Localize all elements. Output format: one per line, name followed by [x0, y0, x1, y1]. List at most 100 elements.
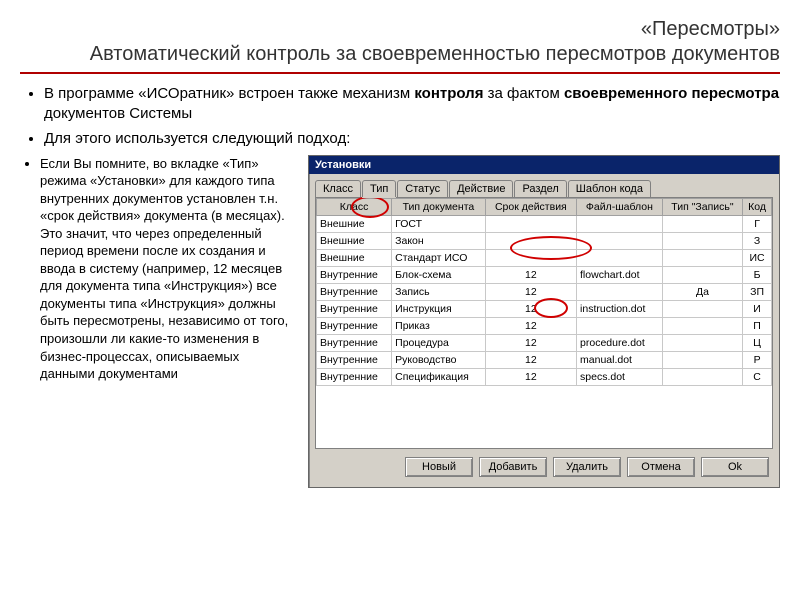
- cell-type: Инструкция: [392, 300, 486, 317]
- table-row[interactable]: ВнутренниеПроцедура12procedure.dot Ц: [317, 334, 772, 351]
- cell-class: Внутренние: [317, 266, 392, 283]
- tab-type[interactable]: Тип: [362, 180, 396, 197]
- cell-rec: [662, 249, 742, 266]
- cell-file: procedure.dot: [577, 334, 663, 351]
- cell-class: Внутренние: [317, 334, 392, 351]
- cell-code: Г: [743, 215, 772, 232]
- cell-term: 12: [485, 266, 576, 283]
- cell-class: Внутренние: [317, 283, 392, 300]
- cell-file: specs.dot: [577, 368, 663, 385]
- table-row[interactable]: ВнутренниеИнструкция12instruction.dot И: [317, 300, 772, 317]
- table-row[interactable]: ВнутренниеЗапись12 ДаЗП: [317, 283, 772, 300]
- cell-type: Приказ: [392, 317, 486, 334]
- cell-type: Спецификация: [392, 368, 486, 385]
- col-file-template[interactable]: Файл-шаблон: [577, 198, 663, 215]
- cell-term: 12: [485, 368, 576, 385]
- cell-type: Закон: [392, 232, 486, 249]
- dialog-tabbar: Класс Тип Статус Действие Раздел Шаблон …: [315, 180, 773, 197]
- cell-term: [485, 249, 576, 266]
- intro-bullet-list: В программе «ИСОратник» встроен также ме…: [44, 84, 780, 149]
- cell-type: Процедура: [392, 334, 486, 351]
- cell-term: 12: [485, 283, 576, 300]
- new-button[interactable]: Новый: [405, 457, 473, 477]
- cell-rec: [662, 266, 742, 283]
- settings-dialog: Установки Класс Тип Статус Действие Разд…: [308, 155, 780, 488]
- delete-button[interactable]: Удалить: [553, 457, 621, 477]
- tab-code-template[interactable]: Шаблон кода: [568, 180, 651, 197]
- ok-button[interactable]: Ok: [701, 457, 769, 477]
- cell-term: 12: [485, 300, 576, 317]
- cell-term: 12: [485, 334, 576, 351]
- cell-file: [577, 283, 663, 300]
- cell-term: 12: [485, 351, 576, 368]
- cell-code: И: [743, 300, 772, 317]
- cell-type: Руководство: [392, 351, 486, 368]
- cell-file: manual.dot: [577, 351, 663, 368]
- cell-type: Блок-схема: [392, 266, 486, 283]
- cell-rec: [662, 351, 742, 368]
- cell-class: Внутренние: [317, 300, 392, 317]
- cell-class: Внешние: [317, 215, 392, 232]
- col-term[interactable]: Срок действия: [485, 198, 576, 215]
- cell-type: Запись: [392, 283, 486, 300]
- cell-term: [485, 232, 576, 249]
- tab-class[interactable]: Класс: [315, 180, 361, 197]
- cell-rec: [662, 334, 742, 351]
- cell-class: Внешние: [317, 232, 392, 249]
- intro-bullet-1: В программе «ИСОратник» встроен также ме…: [44, 84, 780, 123]
- cell-code: З: [743, 232, 772, 249]
- cell-type: Стандарт ИСО: [392, 249, 486, 266]
- cell-rec: Да: [662, 283, 742, 300]
- col-doc-type[interactable]: Тип документа: [392, 198, 486, 215]
- cell-code: Р: [743, 351, 772, 368]
- cell-class: Внутренние: [317, 368, 392, 385]
- slide-title: Автоматический контроль за своевременнос…: [20, 43, 780, 74]
- cell-class: Внутренние: [317, 351, 392, 368]
- cell-rec: [662, 215, 742, 232]
- left-bullet: Если Вы помните, во вкладке «Тип» режима…: [40, 155, 292, 383]
- cell-code: ЗП: [743, 283, 772, 300]
- cell-rec: [662, 300, 742, 317]
- tab-action[interactable]: Действие: [449, 180, 513, 197]
- cell-file: [577, 232, 663, 249]
- cell-code: ИС: [743, 249, 772, 266]
- table-row[interactable]: ВнутренниеСпецификация12specs.dot С: [317, 368, 772, 385]
- table-row[interactable]: ВнутренниеБлок-схема12flowchart.dot Б: [317, 266, 772, 283]
- cell-file: instruction.dot: [577, 300, 663, 317]
- cell-term: 12: [485, 317, 576, 334]
- tab-status[interactable]: Статус: [397, 180, 448, 197]
- cell-rec: [662, 368, 742, 385]
- cell-file: [577, 249, 663, 266]
- cell-class: Внешние: [317, 249, 392, 266]
- table-row[interactable]: ВнутренниеРуководство12manual.dot Р: [317, 351, 772, 368]
- cancel-button[interactable]: Отмена: [627, 457, 695, 477]
- cell-rec: [662, 317, 742, 334]
- table-row[interactable]: ВнешниеСтандарт ИСО ИС: [317, 249, 772, 266]
- tab-section[interactable]: Раздел: [514, 180, 566, 197]
- cell-rec: [662, 232, 742, 249]
- types-table-wrap: Класс Тип документа Срок действия Файл-ш…: [315, 197, 773, 449]
- table-row[interactable]: ВнутренниеПриказ12 П: [317, 317, 772, 334]
- cell-term: [485, 215, 576, 232]
- col-record-type[interactable]: Тип "Запись": [662, 198, 742, 215]
- dialog-button-bar: Новый Добавить Удалить Отмена Ok: [315, 449, 773, 481]
- types-table: Класс Тип документа Срок действия Файл-ш…: [316, 198, 772, 386]
- add-button[interactable]: Добавить: [479, 457, 547, 477]
- table-row[interactable]: ВнешниеГОСТ Г: [317, 215, 772, 232]
- table-row[interactable]: ВнешниеЗакон З: [317, 232, 772, 249]
- cell-class: Внутренние: [317, 317, 392, 334]
- dialog-titlebar: Установки: [309, 156, 779, 174]
- cell-code: Б: [743, 266, 772, 283]
- cell-code: С: [743, 368, 772, 385]
- slide-supertitle: «Пересмотры»: [20, 18, 780, 41]
- cell-file: flowchart.dot: [577, 266, 663, 283]
- cell-code: Ц: [743, 334, 772, 351]
- col-class[interactable]: Класс: [317, 198, 392, 215]
- cell-type: ГОСТ: [392, 215, 486, 232]
- cell-code: П: [743, 317, 772, 334]
- cell-file: [577, 215, 663, 232]
- intro-bullet-2: Для этого используется следующий подход:: [44, 129, 780, 149]
- left-bullet-list: Если Вы помните, во вкладке «Тип» режима…: [28, 155, 292, 383]
- col-code[interactable]: Код: [743, 198, 772, 215]
- cell-file: [577, 317, 663, 334]
